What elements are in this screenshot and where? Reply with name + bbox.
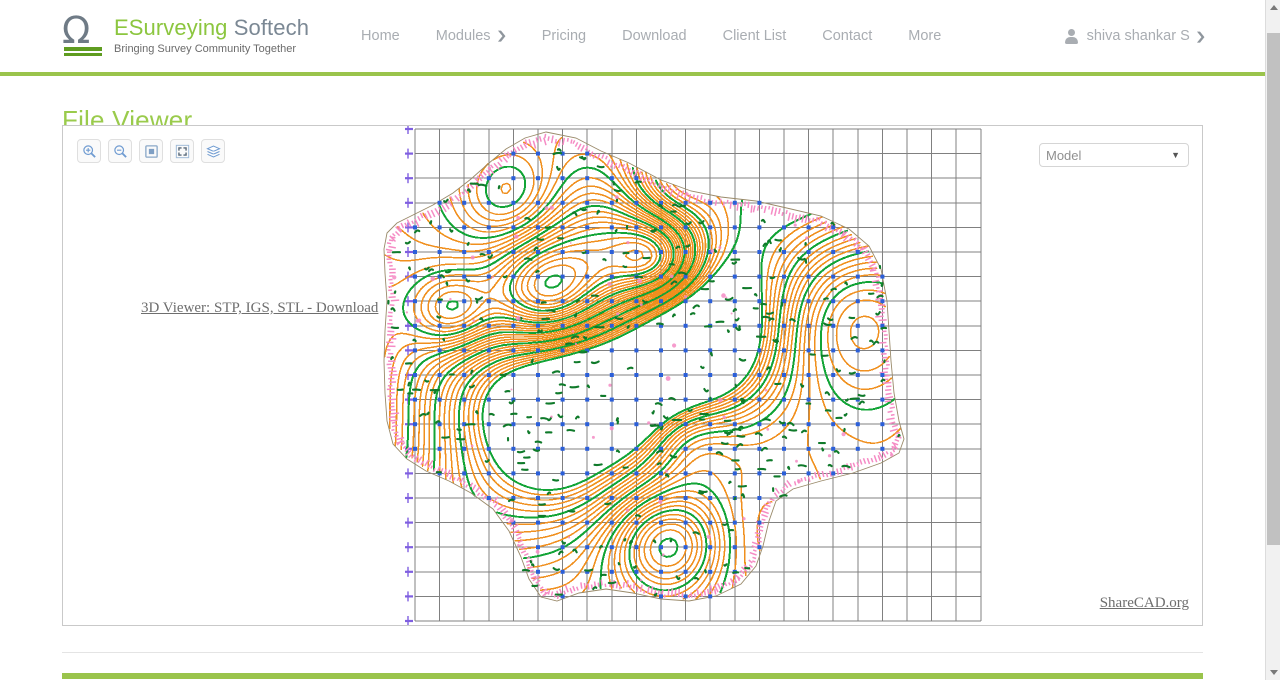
scrollbar-thumb[interactable] [1267, 33, 1280, 545]
chevron-down-icon: ❯ [495, 0, 507, 72]
chevron-down-icon: ❯ [1195, 30, 1207, 43]
layers-button[interactable] [201, 139, 225, 163]
brand-title-rest: Softech [228, 15, 310, 40]
viewer-3d-download-link[interactable]: 3D Viewer: STP, IGS, STL - Download [141, 300, 378, 317]
page-scrollbar[interactable] [1265, 0, 1280, 680]
fit-screen-button[interactable] [170, 139, 194, 163]
zoom-out-button[interactable] [108, 139, 132, 163]
page-root: Ω ESurveying Softech Bringing Survey Com… [0, 0, 1280, 680]
footer-green-bar [62, 673, 1203, 679]
zoom-window-button[interactable] [139, 139, 163, 163]
nav-item-modules[interactable]: Modules ❯ [418, 0, 524, 72]
user-person-icon [1065, 29, 1078, 44]
nav-label: Home [361, 0, 400, 72]
user-account-menu[interactable]: shiva shankar S ❯ [1065, 0, 1205, 72]
nav-item-client-list[interactable]: Client List [705, 0, 805, 72]
chevron-down-icon: ▼ [1171, 150, 1180, 160]
brand-title-accent: ESurveying [114, 15, 228, 40]
nav-item-contact[interactable]: Contact [804, 0, 890, 72]
nav-label: Client List [723, 0, 787, 72]
user-name-label: shiva shankar S [1087, 28, 1190, 44]
nav-item-more[interactable]: More [890, 0, 959, 72]
main-navigation: Home Modules ❯ Pricing Download Client L… [343, 0, 959, 72]
site-header: Ω ESurveying Softech Bringing Survey Com… [0, 0, 1265, 72]
file-viewer-panel: |||||||||||||||||||||||| [62, 125, 1203, 626]
brand-tagline: Bringing Survey Community Together [114, 42, 309, 56]
omega-logo-icon: Ω [62, 14, 106, 58]
nav-label: Pricing [542, 0, 586, 72]
scroll-up-arrow[interactable] [1266, 0, 1280, 15]
model-select-value: Model [1046, 148, 1081, 163]
brand-text: ESurveying Softech Bringing Survey Commu… [114, 16, 309, 56]
viewer-toolbar [77, 139, 225, 163]
brand-logo[interactable]: Ω ESurveying Softech Bringing Survey Com… [62, 14, 309, 58]
model-select-wrapper: Model ▼ [1039, 143, 1189, 167]
brand-title: ESurveying Softech [114, 16, 309, 40]
nav-item-pricing[interactable]: Pricing [524, 0, 604, 72]
sharecad-watermark-link[interactable]: ShareCAD.org [1100, 595, 1189, 612]
nav-label: Contact [822, 0, 872, 72]
nav-label: Modules [436, 0, 491, 72]
scroll-down-arrow[interactable] [1266, 665, 1280, 680]
nav-label: More [908, 0, 941, 72]
cad-drawing-canvas[interactable]: |||||||||||||||||||||||| [63, 126, 1203, 626]
header-green-rule [0, 72, 1265, 76]
footer-divider [62, 652, 1203, 653]
zoom-in-button[interactable] [77, 139, 101, 163]
nav-item-home[interactable]: Home [343, 0, 418, 72]
model-select[interactable]: Model ▼ [1039, 143, 1189, 167]
nav-item-download[interactable]: Download [604, 0, 705, 72]
nav-label: Download [622, 0, 687, 72]
